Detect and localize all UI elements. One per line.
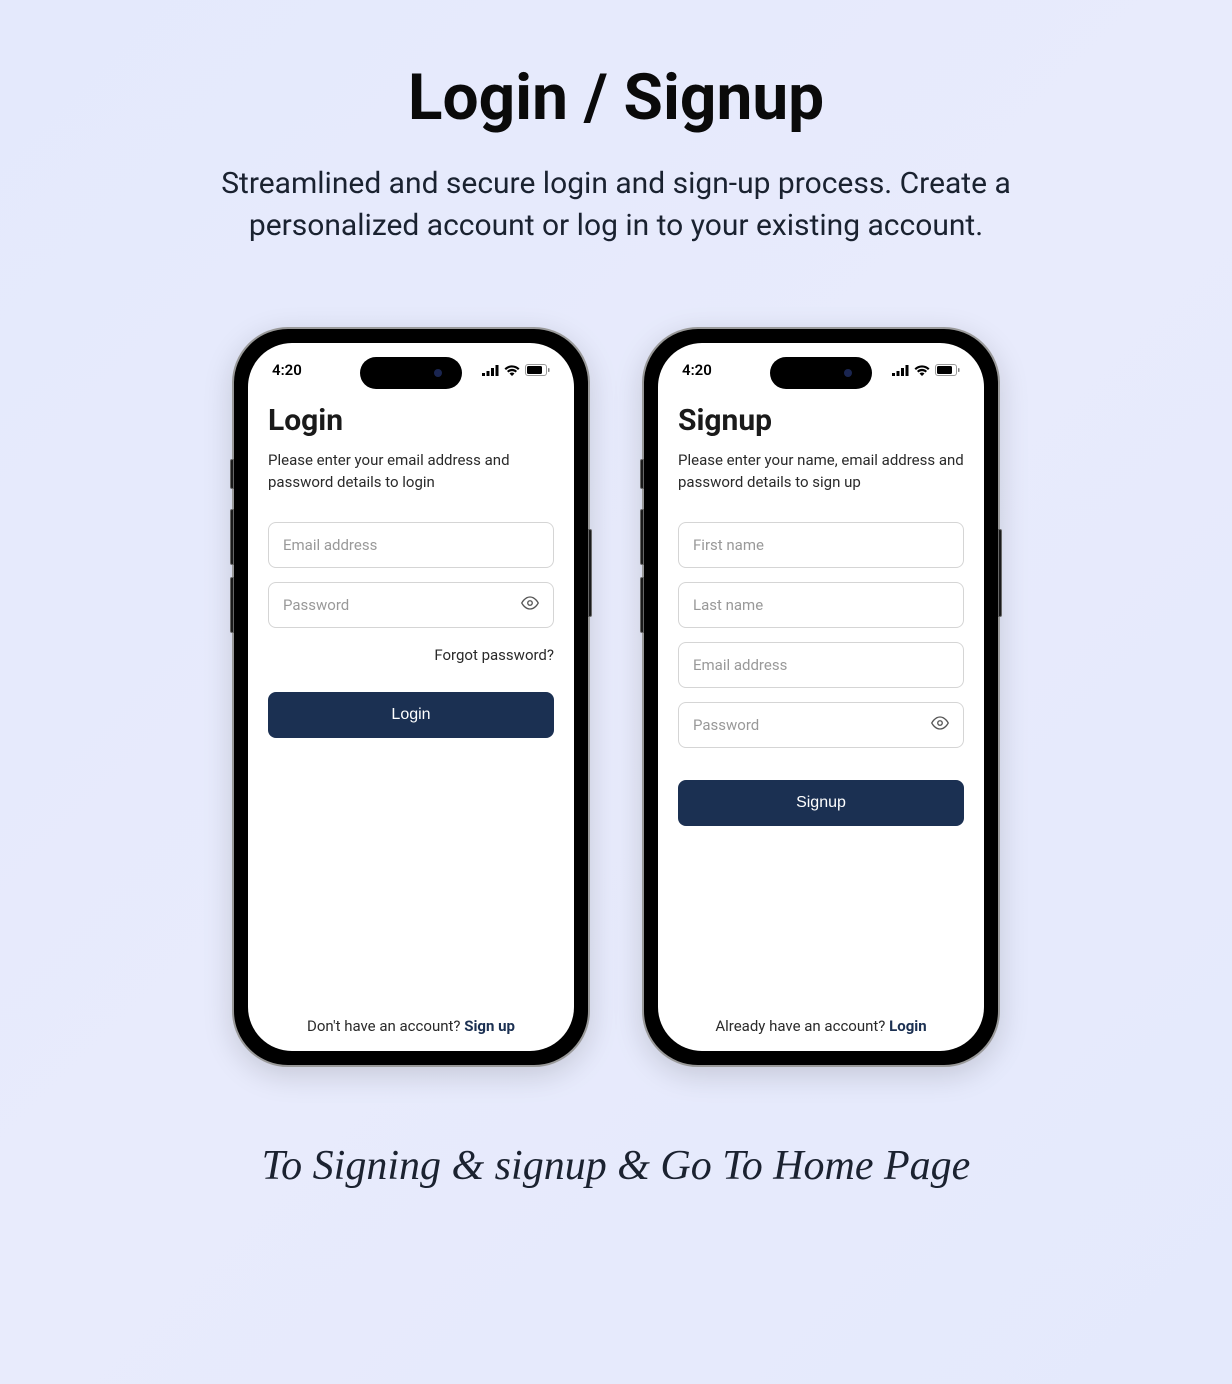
lastname-placeholder: Last name	[693, 596, 763, 614]
phone-notch	[770, 357, 872, 389]
phone-button-volume-up	[640, 509, 644, 565]
phones-container: 4:20 Login Please enter your email addre…	[232, 327, 1000, 1067]
password-input[interactable]: Password	[268, 582, 554, 628]
email-input[interactable]: Email address	[268, 522, 554, 568]
footer-caption: To Signing & signup & Go To Home Page	[262, 1142, 971, 1190]
wifi-icon	[504, 365, 520, 376]
eye-icon[interactable]	[931, 714, 949, 736]
password-input[interactable]: Password	[678, 702, 964, 748]
password-placeholder: Password	[693, 716, 759, 734]
bottom-text: Already have an account?	[715, 1017, 889, 1035]
battery-icon	[525, 364, 550, 376]
email-input[interactable]: Email address	[678, 642, 964, 688]
email-placeholder: Email address	[283, 536, 377, 554]
phone-button-silence	[640, 459, 644, 489]
page-subtitle: Streamlined and secure login and sign-up…	[191, 163, 1041, 247]
phone-screen-login: 4:20 Login Please enter your email addre…	[248, 343, 574, 1051]
signup-title: Signup	[678, 403, 964, 438]
signup-link[interactable]: Sign up	[464, 1017, 515, 1035]
signup-button[interactable]: Signup	[678, 780, 964, 826]
battery-icon	[935, 364, 960, 376]
lastname-input[interactable]: Last name	[678, 582, 964, 628]
status-time: 4:20	[682, 361, 712, 379]
phone-button-silence	[230, 459, 234, 489]
login-content: Login Please enter your email address an…	[248, 383, 574, 1051]
login-link[interactable]: Login	[889, 1017, 927, 1035]
signup-description: Please enter your name, email address an…	[678, 450, 964, 494]
cellular-signal-icon	[892, 365, 909, 376]
phone-button-power	[998, 529, 1002, 617]
phone-screen-signup: 4:20 Signup Please enter your name, emai…	[658, 343, 984, 1051]
login-bottom-link: Don't have an account? Sign up	[268, 1017, 554, 1035]
cellular-signal-icon	[482, 365, 499, 376]
phone-button-volume-up	[230, 509, 234, 565]
firstname-input[interactable]: First name	[678, 522, 964, 568]
phone-signup: 4:20 Signup Please enter your name, emai…	[642, 327, 1000, 1067]
status-icons	[892, 364, 960, 376]
phone-button-power	[588, 529, 592, 617]
phone-login: 4:20 Login Please enter your email addre…	[232, 327, 590, 1067]
status-icons	[482, 364, 550, 376]
login-button[interactable]: Login	[268, 692, 554, 738]
page-title: Login / Signup	[408, 60, 824, 135]
phone-notch	[360, 357, 462, 389]
password-placeholder: Password	[283, 596, 349, 614]
bottom-text: Don't have an account?	[307, 1017, 464, 1035]
email-placeholder: Email address	[693, 656, 787, 674]
signup-bottom-link: Already have an account? Login	[678, 1017, 964, 1035]
phone-button-volume-down	[640, 577, 644, 633]
wifi-icon	[914, 365, 930, 376]
signup-content: Signup Please enter your name, email add…	[658, 383, 984, 1051]
forgot-password-link[interactable]: Forgot password?	[268, 646, 554, 664]
eye-icon[interactable]	[521, 594, 539, 616]
status-time: 4:20	[272, 361, 302, 379]
phone-button-volume-down	[230, 577, 234, 633]
firstname-placeholder: First name	[693, 536, 764, 554]
login-description: Please enter your email address and pass…	[268, 450, 554, 494]
login-title: Login	[268, 403, 554, 438]
